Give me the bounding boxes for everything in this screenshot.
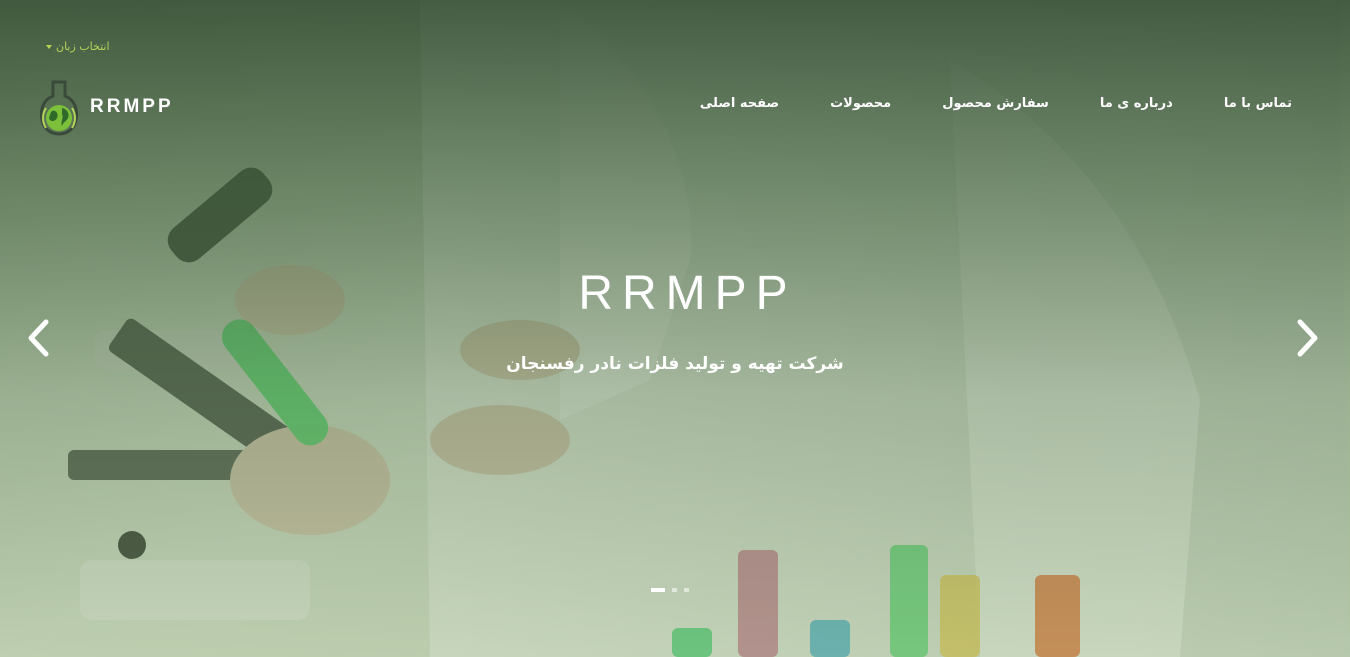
- nav-item-home[interactable]: صفحه اصلی: [700, 96, 779, 111]
- language-selector[interactable]: انتخاب زبان: [46, 40, 110, 53]
- nav-item-contact-us[interactable]: تماس با ما: [1224, 96, 1292, 111]
- carousel-indicator-1[interactable]: [651, 588, 665, 592]
- carousel-prev-button[interactable]: [22, 318, 56, 358]
- nav-item-order-product[interactable]: سفارش محصول: [942, 96, 1049, 111]
- carousel-next-button[interactable]: [1290, 318, 1324, 358]
- nav-item-about-us[interactable]: درباره ی ما: [1100, 96, 1173, 111]
- carousel-indicators: [651, 588, 689, 592]
- hero-carousel: انتخاب زبان RRMPP صفحه اصلی محصولات سفار…: [0, 0, 1350, 657]
- caret-down-icon: [46, 44, 52, 49]
- brand-name: RRMPP: [90, 96, 174, 117]
- carousel-indicator-3[interactable]: [684, 588, 689, 592]
- nav-item-products[interactable]: محصولات: [830, 96, 891, 111]
- flask-globe-icon: [39, 80, 79, 136]
- main-nav: صفحه اصلی محصولات سفارش محصول درباره ی م…: [700, 96, 1292, 111]
- carousel-indicator-2[interactable]: [672, 588, 677, 592]
- chevron-right-icon: [1297, 319, 1318, 357]
- hero-subtitle: شرکت تهیه و تولید فلزات نادر رفسنجان: [506, 354, 844, 374]
- brand-link[interactable]: RRMPP: [38, 78, 174, 136]
- hero-title: RRMPP: [578, 267, 797, 320]
- chevron-left-icon: [28, 319, 49, 357]
- language-selector-label: انتخاب زبان: [56, 40, 110, 53]
